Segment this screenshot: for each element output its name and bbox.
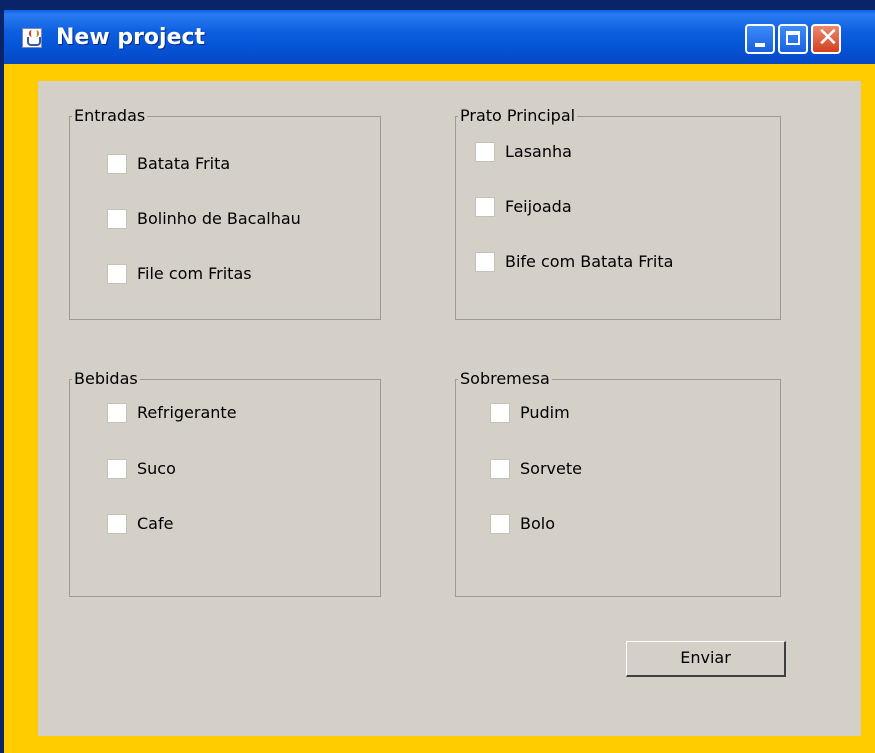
checkbox[interactable]: [107, 514, 127, 534]
group-bebidas: Bebidas Refrigerante Suco Cafe: [69, 368, 381, 597]
checkbox[interactable]: [475, 142, 495, 162]
close-icon: ✕: [817, 23, 839, 53]
group-title: Entradas: [72, 105, 148, 127]
checkbox-label[interactable]: Bife com Batata Frita: [505, 251, 673, 273]
group-title: Bebidas: [72, 368, 140, 390]
checkbox-label[interactable]: Lasanha: [505, 141, 572, 163]
checkbox[interactable]: [107, 459, 127, 479]
checkbox-label[interactable]: Cafe: [137, 513, 173, 535]
group-title: Sobremesa: [458, 368, 552, 390]
maximize-button[interactable]: [778, 24, 808, 54]
window-title: New project: [56, 25, 206, 50]
checkbox[interactable]: [475, 197, 495, 217]
checkbox-label[interactable]: Batata Frita: [137, 153, 230, 175]
checkbox-label[interactable]: Sorvete: [520, 458, 582, 480]
java-cup-icon[interactable]: [22, 28, 42, 48]
checkbox[interactable]: [475, 252, 495, 272]
checkbox[interactable]: [107, 403, 127, 423]
checkbox[interactable]: [107, 154, 127, 174]
checkbox-label[interactable]: Bolo: [520, 513, 555, 535]
group-sobremesa: Sobremesa Pudim Sorvete Bolo: [455, 368, 781, 597]
group-entradas: Entradas Batata Frita Bolinho de Bacalha…: [69, 105, 381, 320]
maximize-icon: [786, 31, 800, 45]
checkbox-label[interactable]: Feijoada: [505, 196, 572, 218]
checkbox-label[interactable]: Suco: [137, 458, 176, 480]
group-title: Prato Principal: [458, 105, 578, 127]
minimize-icon: [755, 43, 765, 47]
checkbox[interactable]: [490, 514, 510, 534]
minimize-button[interactable]: [745, 24, 775, 54]
checkbox-label[interactable]: Refrigerante: [137, 402, 237, 424]
close-button[interactable]: ✕: [811, 23, 841, 54]
application-window: New project ✕ Entradas Batata Frita Boli…: [0, 0, 875, 753]
checkbox[interactable]: [490, 459, 510, 479]
group-prato-principal: Prato Principal Lasanha Feijoada Bife co…: [455, 105, 781, 320]
enviar-button[interactable]: Enviar: [626, 641, 786, 677]
checkbox[interactable]: [490, 403, 510, 423]
checkbox[interactable]: [107, 209, 127, 229]
checkbox-label[interactable]: File com Fritas: [137, 263, 252, 285]
checkbox-label[interactable]: Pudim: [520, 402, 570, 424]
checkbox[interactable]: [107, 264, 127, 284]
checkbox-label[interactable]: Bolinho de Bacalhau: [137, 208, 301, 230]
